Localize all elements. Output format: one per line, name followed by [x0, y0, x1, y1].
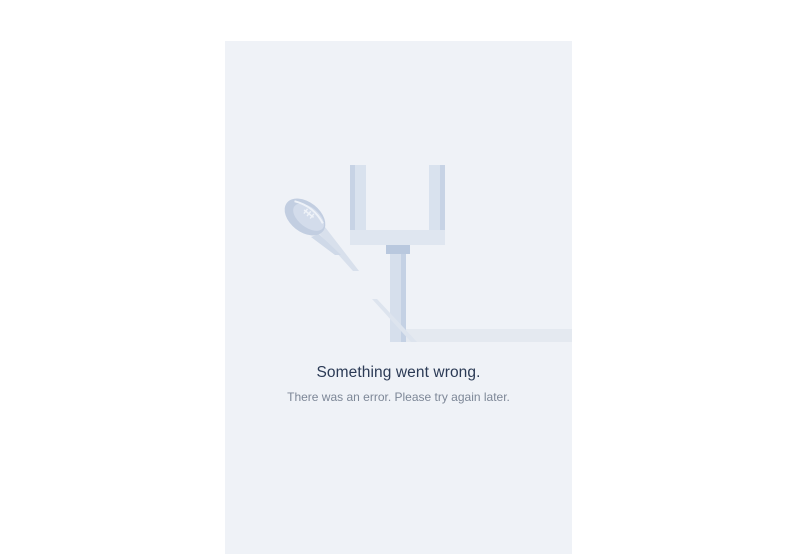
error-message: There was an error. Please try again lat…: [287, 390, 510, 404]
football-goalpost-illustration: [277, 165, 572, 342]
goalpost-crossbar: [350, 230, 445, 245]
goalpost-joint: [386, 245, 410, 254]
error-panel: Something went wrong. There was an error…: [225, 41, 572, 554]
error-title: Something went wrong.: [316, 364, 481, 381]
ground-line: [400, 329, 572, 342]
